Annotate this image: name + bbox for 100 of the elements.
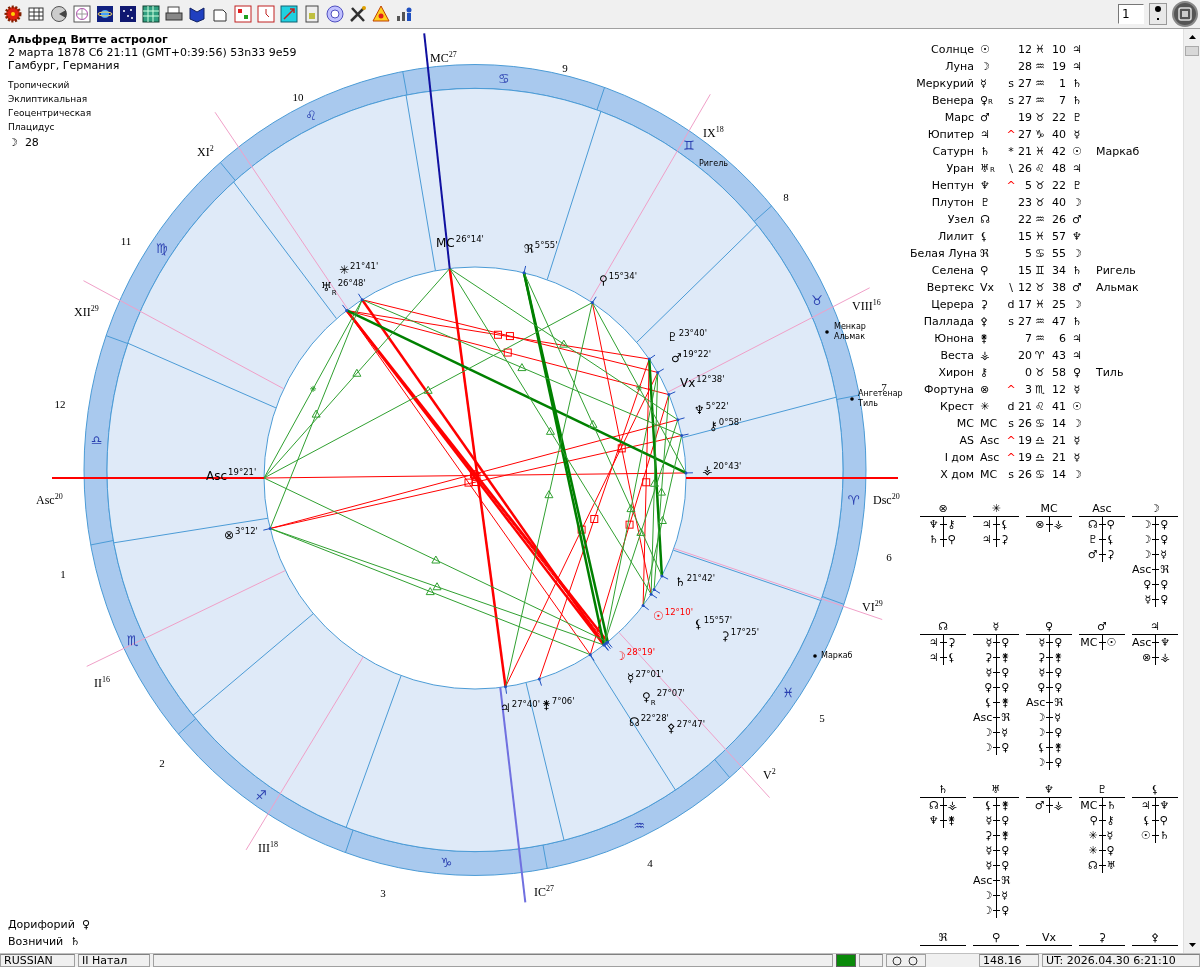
cusp-label: II$^{16}$ <box>94 675 110 690</box>
tools-icon[interactable] <box>349 5 367 23</box>
group-item: ♀ <box>1000 665 1011 680</box>
group-item: Asc <box>973 873 994 888</box>
group-item: ☿ <box>984 665 994 680</box>
star-dot <box>850 397 854 401</box>
cusp-label: IC$^{27}$ <box>534 884 554 899</box>
book-icon[interactable] <box>188 5 206 23</box>
table-icon[interactable] <box>27 5 45 23</box>
house-number: 5 <box>819 712 825 724</box>
group-item: ☿ <box>1159 547 1169 562</box>
stars-icon[interactable] <box>119 5 137 23</box>
person-icon[interactable] <box>395 5 413 23</box>
round-button[interactable] <box>1172 1 1198 27</box>
minutes: 58 <box>1051 366 1066 379</box>
sign-glyph: ♉ <box>1034 179 1046 192</box>
group-item: ♂ <box>1033 798 1046 813</box>
house-number: 2 <box>159 757 165 769</box>
ruler-glyph: ☉ <box>1071 400 1083 413</box>
frame-icon <box>1178 7 1192 21</box>
minutes: 21 <box>1051 451 1066 464</box>
planet-glyph: Vx <box>980 281 996 294</box>
warning-icon[interactable] <box>372 5 390 23</box>
degree: 17 <box>1017 298 1032 311</box>
degree: 19 <box>1017 451 1032 464</box>
planet-name: Плутон <box>930 196 975 209</box>
group-item: ⚸ <box>1105 532 1116 547</box>
dial-icon[interactable] <box>50 5 68 23</box>
planet-name: Лилит <box>937 230 975 243</box>
group-item: ⚶ <box>946 798 958 813</box>
group-item: ☽ <box>1140 547 1153 562</box>
group-item: ♆ <box>1158 798 1171 813</box>
planet-glyph: ♄ <box>980 145 991 158</box>
group-item: ♀ <box>1000 903 1011 918</box>
degree: 12 <box>1017 281 1032 294</box>
sign-glyph: ♓ <box>1034 145 1046 158</box>
position-mark: ^ <box>1006 451 1016 464</box>
group-item: ☿ <box>1000 725 1010 740</box>
planet-name: Солнце <box>930 43 975 56</box>
group-item: ☽ <box>981 903 994 918</box>
target-icon[interactable] <box>326 5 344 23</box>
group-item: ☿ <box>984 858 994 873</box>
position-mark: ^ <box>1006 128 1016 141</box>
group-item: ♀ <box>1053 755 1064 770</box>
star-label: Тиль <box>858 399 878 408</box>
group-item: ☿ <box>1000 888 1010 903</box>
group-item: ⚸ <box>946 650 957 665</box>
scrollbar-thumb[interactable] <box>1185 46 1199 56</box>
grid-icon[interactable] <box>142 5 160 23</box>
minutes: 21 <box>1051 434 1066 447</box>
minutes: 19 <box>1051 60 1066 73</box>
group-item: ♀ <box>983 680 994 695</box>
minutes: 1 <box>1058 77 1066 90</box>
group-item: ☿ <box>1143 592 1153 607</box>
planet-glyph: ☊ <box>980 213 991 226</box>
spinner[interactable] <box>1149 3 1167 25</box>
position-mark: s <box>1007 77 1015 90</box>
planet-label: ☉$^{12°10'}$ <box>653 607 693 623</box>
gear-icon[interactable] <box>4 5 22 23</box>
ruler-glyph: ♃ <box>1071 43 1083 56</box>
degree: 20 <box>1017 349 1032 362</box>
scrollbar[interactable] <box>1183 29 1200 953</box>
cusp-label: Asc$^{20}$ <box>36 492 63 507</box>
cusp-label: XII$^{29}$ <box>74 304 99 319</box>
minutes: 40 <box>1051 196 1066 209</box>
planet-glyph: MC <box>980 468 999 481</box>
group-item: ♀ <box>1159 592 1170 607</box>
group-head: ⚳ <box>1079 930 1125 946</box>
arrows-icon[interactable] <box>280 5 298 23</box>
group-item: ℜ <box>1053 695 1065 710</box>
planet-name: Меркурий <box>915 77 975 90</box>
printer-icon[interactable] <box>165 5 183 23</box>
star-name: Ригель <box>1095 264 1137 277</box>
counter-field[interactable]: 1 <box>1118 4 1144 24</box>
group-item: ♀ <box>1142 577 1153 592</box>
planet-glyph: ☿ <box>980 77 988 90</box>
sign-glyph: ♉ <box>1034 196 1046 209</box>
group-item: ⚸ <box>999 517 1010 532</box>
ruler-glyph: ♃ <box>1071 162 1083 175</box>
degree: 15 <box>1017 264 1032 277</box>
group-item: Asc <box>1026 695 1047 710</box>
planet-name: Юнона <box>933 332 975 345</box>
degree: 5 <box>1024 179 1032 192</box>
clock-icon[interactable] <box>257 5 275 23</box>
zodiac-sign: ♊ <box>683 138 695 154</box>
degree: 27 <box>1017 128 1032 141</box>
ruler-glyph: ☽ <box>1071 468 1083 481</box>
planet-name: Вертекс <box>925 281 975 294</box>
planet-glyph: ⊗ <box>980 383 991 396</box>
wheel-icon[interactable] <box>73 5 91 23</box>
planet-icon[interactable] <box>96 5 114 23</box>
minutes: 26 <box>1051 213 1066 226</box>
chart-grid-icon[interactable] <box>234 5 252 23</box>
minutes: 40 <box>1051 128 1066 141</box>
planet-name: Селена <box>930 264 975 277</box>
zodiac-sign: ♋ <box>497 70 510 86</box>
group-item: ⚸ <box>1036 740 1047 755</box>
planet-glyph: ♇ <box>980 196 991 209</box>
sign-glyph: ♉ <box>1034 111 1046 124</box>
minutes: 43 <box>1051 349 1066 362</box>
